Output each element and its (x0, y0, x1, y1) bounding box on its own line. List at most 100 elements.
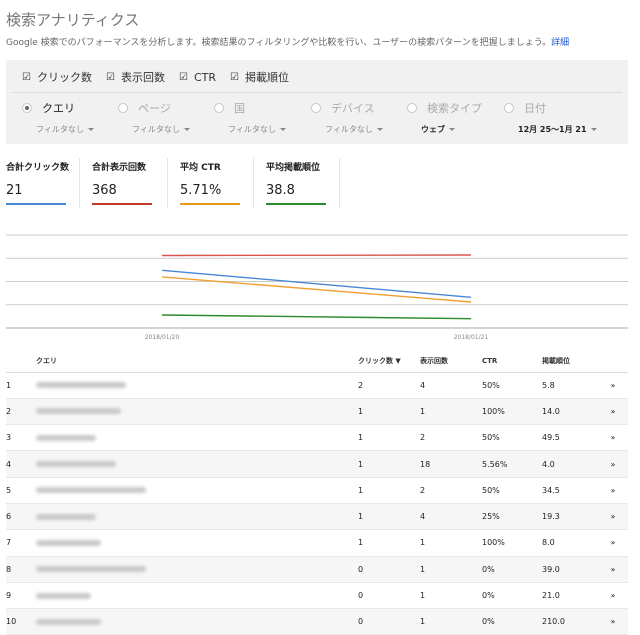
checkbox-clicks[interactable]: ☑ クリック数 (22, 69, 92, 85)
dimension-device[interactable]: デバイス フィルタなし (311, 100, 383, 135)
double-chevron-right-icon[interactable]: » (598, 556, 628, 583)
summary-card-impressions[interactable]: 合計表示回数 368 (80, 158, 168, 208)
row-clicks: 1 (358, 424, 420, 452)
checkbox-position[interactable]: ☑ 掲載順位 (230, 69, 289, 85)
dimension-label: ページ (138, 102, 171, 115)
redacted-query-text (36, 592, 91, 599)
summary-title: 平均掲載順位 (266, 163, 321, 173)
summary-value: 368 (92, 183, 117, 198)
row-clicks: 1 (358, 450, 420, 478)
dimension-filter-dropdown[interactable]: ウェブ (421, 124, 482, 135)
summary-color-bar (180, 203, 240, 205)
double-chevron-right-icon[interactable]: » (598, 503, 628, 531)
summary-card-ctr[interactable]: 平均 CTR 5.71% (168, 158, 254, 208)
redacted-query-text (36, 434, 96, 441)
checkbox-label: CTR (194, 70, 217, 84)
x-tick-label: 2018/01/20 (145, 334, 180, 341)
row-position: 19.3 (542, 503, 598, 531)
dimension-label: 日付 (524, 102, 546, 115)
metric-checkboxes: ☑ クリック数 ☑ 表示回数 ☑ CTR ☑ 掲載順位 (22, 69, 289, 85)
row-impressions: 18 (420, 450, 482, 478)
x-tick-label: 2018/01/21 (454, 334, 489, 341)
table-row[interactable]: 2 1 1 100% 14.0» (6, 398, 628, 426)
radio-icon (504, 103, 514, 113)
row-query (36, 556, 358, 583)
redacted-query-text (36, 618, 101, 625)
row-ctr: 100% (482, 398, 542, 426)
summary-card-clicks[interactable]: 合計クリック数 21 (6, 158, 80, 208)
double-chevron-right-icon[interactable]: » (598, 398, 628, 426)
checkbox-impressions[interactable]: ☑ 表示回数 (106, 69, 165, 85)
table-row[interactable]: 8 0 1 0% 39.0» (6, 556, 628, 583)
row-impressions: 4 (420, 372, 482, 399)
table-row[interactable]: 6 1 4 25% 19.3» (6, 503, 628, 531)
col-clicks[interactable]: クリック数 ▼ (358, 350, 420, 373)
row-position: 49.5 (542, 424, 598, 452)
row-clicks: 1 (358, 477, 420, 504)
table-row[interactable]: 9 0 1 0% 21.0» (6, 582, 628, 610)
dimension-label: 検索タイプ (427, 102, 482, 115)
dimension-filter-dropdown[interactable]: フィルタなし (228, 124, 286, 135)
dimension-search-type[interactable]: 検索タイプ ウェブ (407, 100, 482, 135)
double-chevron-right-icon[interactable]: » (598, 529, 628, 557)
checkbox-icon: ☑ (179, 71, 188, 83)
page-description: Google 検索でのパフォーマンスを分析します。検索結果のフィルタリングや比較… (6, 35, 569, 48)
col-position[interactable]: 掲載順位 (542, 350, 598, 373)
row-index: 6 (6, 503, 36, 531)
col-index (6, 350, 36, 373)
col-impressions[interactable]: 表示回数 (420, 350, 482, 373)
series-line-3 (161, 314, 472, 320)
table-row[interactable]: 10 0 1 0% 210.0» (6, 608, 628, 635)
row-impressions: 1 (420, 582, 482, 610)
row-clicks: 2 (358, 372, 420, 399)
dimension-date[interactable]: 日付 12月 25～1月 21 (504, 100, 597, 135)
table-row[interactable]: 3 1 2 50% 49.5» (6, 424, 628, 452)
double-chevron-right-icon[interactable]: » (598, 608, 628, 635)
dimension-filter-dropdown[interactable]: フィルタなし (325, 124, 383, 135)
details-link[interactable]: 詳細 (551, 38, 569, 48)
row-ctr: 0% (482, 582, 542, 610)
dimension-filter-dropdown[interactable]: フィルタなし (36, 124, 94, 135)
double-chevron-right-icon[interactable]: » (598, 582, 628, 610)
filter-panel: ☑ クリック数 ☑ 表示回数 ☑ CTR ☑ 掲載順位 クエリ フィルタなし ページ フ… (6, 60, 628, 144)
series-line-2 (161, 269, 472, 298)
table-row[interactable]: 4 1 18 5.56% 4.0» (6, 450, 628, 478)
dimension-page[interactable]: ページ フィルタなし (118, 100, 190, 135)
checkbox-ctr[interactable]: ☑ CTR (179, 69, 216, 85)
col-query[interactable]: クエリ (36, 350, 358, 373)
redacted-query-text (36, 487, 146, 494)
redacted-query-text (36, 566, 146, 573)
dimension-filter-dropdown[interactable]: フィルタなし (132, 124, 190, 135)
dimension-filter-dropdown[interactable]: 12月 25～1月 21 (518, 124, 597, 135)
redacted-query-text (36, 461, 116, 468)
double-chevron-right-icon[interactable]: » (598, 372, 628, 399)
double-chevron-right-icon[interactable]: » (598, 424, 628, 452)
double-chevron-right-icon[interactable]: » (598, 477, 628, 504)
row-index: 2 (6, 398, 36, 426)
row-impressions: 1 (420, 608, 482, 635)
summary-value: 5.71% (180, 183, 222, 198)
table-row[interactable]: 5 1 2 50% 34.5» (6, 477, 628, 504)
row-index: 8 (6, 556, 36, 583)
col-ctr[interactable]: CTR (482, 350, 542, 373)
redacted-query-text (36, 513, 96, 520)
row-query (36, 608, 358, 635)
caret-down-icon (183, 128, 190, 131)
row-query (36, 398, 358, 426)
row-query (36, 450, 358, 478)
dimension-label: クエリ (42, 102, 75, 115)
summary-card-position[interactable]: 平均掲載順位 38.8 (254, 158, 340, 208)
table-row[interactable]: 7 1 1 100% 8.0» (6, 529, 628, 557)
double-chevron-right-icon[interactable]: » (598, 450, 628, 478)
row-query (36, 372, 358, 399)
dimension-query[interactable]: クエリ フィルタなし (22, 100, 94, 135)
series-line-1 (161, 276, 472, 303)
row-position: 21.0 (542, 582, 598, 610)
dimension-country[interactable]: 国 フィルタなし (214, 100, 286, 135)
checkbox-icon: ☑ (22, 71, 31, 83)
checkbox-icon: ☑ (106, 71, 115, 83)
table-row[interactable]: 1 2 4 50% 5.8» (6, 372, 628, 399)
row-position: 4.0 (542, 450, 598, 478)
dimension-label: 国 (234, 102, 245, 115)
row-clicks: 1 (358, 503, 420, 531)
